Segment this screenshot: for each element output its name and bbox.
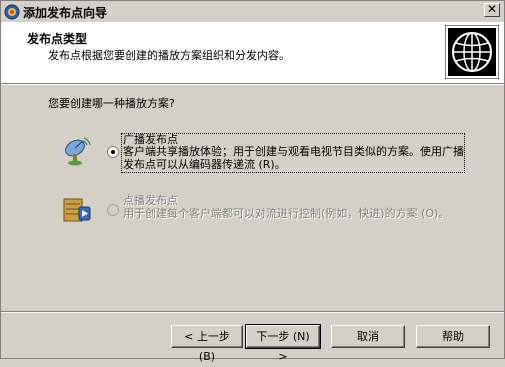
wizard-window: 添加发布点向导 ✕ 发布点类型 发布点根据您要创建的播放方案组织和分发内容。 您… (0, 0, 505, 363)
globe-logo-icon (445, 25, 499, 79)
footer-divider-highlight (1, 312, 504, 313)
back-button[interactable]: < 上一步 (B) (171, 325, 243, 363)
page-subtitle: 发布点根据您要创建的播放方案组织和分发内容。 (48, 49, 290, 62)
on-demand-description: 用于创建每个客户端都可以对流进行控制(例如，快进)的方案 (O)。 (123, 207, 450, 220)
broadcast-radio[interactable] (107, 146, 119, 158)
scenario-prompt: 您要创建哪一种播放方案? (48, 97, 175, 110)
on-demand-radio[interactable] (107, 204, 119, 216)
on-demand-server-icon (63, 198, 91, 222)
wizard-header: 发布点类型 发布点根据您要创建的播放方案组织和分发内容。 (1, 22, 504, 84)
page-title: 发布点类型 (27, 32, 88, 46)
title-bar[interactable]: 添加发布点向导 ✕ (1, 1, 504, 22)
radio-selected-dot (111, 150, 115, 154)
broadcast-dish-icon (65, 137, 91, 166)
help-button[interactable]: 帮助 (416, 325, 490, 348)
broadcast-option[interactable]: 广播发布点 客户端共享播放体验；用于创建与观看电视节目类似的方案。使用广播发布点… (61, 133, 481, 176)
cancel-button[interactable]: 取消 (331, 325, 405, 348)
on-demand-option[interactable]: 点播发布点 用于创建每个客户端都可以对流进行控制(例如，快进)的方案 (O)。 (61, 193, 481, 229)
close-icon: ✕ (486, 2, 498, 16)
broadcast-description: 客户端共享播放体验；用于创建与观看电视节目类似的方案。使用广播发布点可以从编码器… (123, 145, 464, 171)
next-button[interactable]: 下一步 (N) > (245, 324, 321, 363)
window-title: 添加发布点向导 (23, 6, 108, 20)
close-button[interactable]: ✕ (484, 3, 500, 17)
wizard-app-icon (4, 4, 20, 20)
on-demand-label: 点播发布点 (123, 194, 178, 207)
header-divider (1, 84, 504, 85)
